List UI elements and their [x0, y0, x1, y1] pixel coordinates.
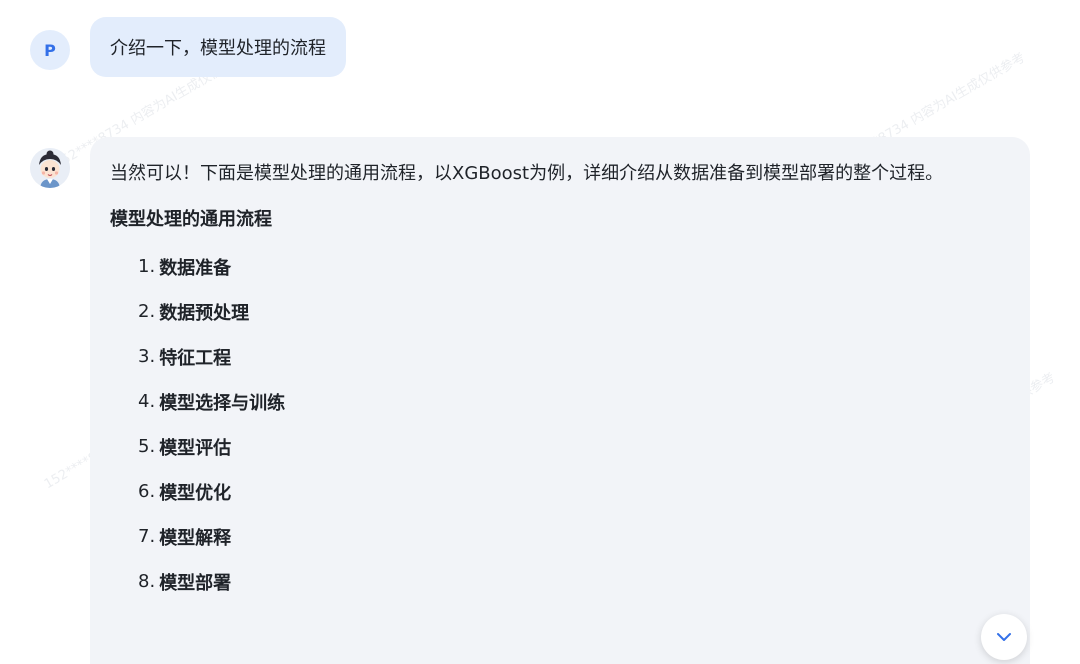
step-number: 2. [138, 301, 156, 322]
list-item: 3. 特征工程 [110, 334, 1010, 379]
user-avatar: P [30, 30, 70, 70]
step-label: 模型优化 [159, 482, 232, 504]
list-item: 4. 模型选择与训练 [110, 379, 1010, 424]
assistant-avatar [30, 148, 70, 188]
step-label: 特征工程 [159, 347, 232, 369]
step-label: 模型解释 [159, 527, 232, 549]
list-item: 2. 数据预处理 [110, 289, 1010, 334]
step-label: 模型选择与训练 [159, 392, 286, 414]
list-item: 8. 模型部署 [110, 559, 1010, 604]
list-item: 6. 模型优化 [110, 469, 1010, 514]
step-number: 6. [138, 481, 156, 502]
chevron-down-icon [997, 633, 1011, 641]
list-item: 7. 模型解释 [110, 514, 1010, 559]
list-item: 1. 数据准备 [110, 244, 1010, 289]
character-avatar-icon [30, 148, 70, 188]
step-label: 数据预处理 [159, 302, 250, 324]
section-title: 模型处理的通用流程 [110, 209, 272, 230]
user-message-text: 介绍一下，模型处理的流程 [110, 38, 326, 59]
step-label: 数据准备 [159, 257, 232, 279]
process-steps-list: 1. 数据准备 2. 数据预处理 3. 特征工程 4. 模型选择与训练 5. 模型评估 6… [110, 244, 1010, 604]
assistant-message-bubble: 当然可以！下面是模型处理的通用流程，以XGBoost为例，详细介绍从数据准备到模… [90, 137, 1030, 664]
step-number: 4. [138, 391, 156, 412]
user-message-bubble: 介绍一下，模型处理的流程 [90, 17, 346, 77]
user-avatar-letter: P [44, 40, 56, 60]
step-label: 模型评估 [159, 437, 232, 459]
step-number: 1. [138, 256, 156, 277]
step-label: 模型部署 [159, 572, 232, 594]
chat-page: 152****8734 内容为AI生成仅供参考 152****8734 内容为A… [0, 0, 1080, 664]
step-number: 3. [138, 346, 156, 367]
list-item: 5. 模型评估 [110, 424, 1010, 469]
scroll-to-bottom-button[interactable] [981, 614, 1027, 660]
assistant-intro-text: 当然可以！下面是模型处理的通用流程，以XGBoost为例，详细介绍从数据准备到模… [110, 163, 944, 184]
step-number: 5. [138, 436, 156, 457]
step-number: 8. [138, 571, 156, 592]
step-number: 7. [138, 526, 156, 547]
